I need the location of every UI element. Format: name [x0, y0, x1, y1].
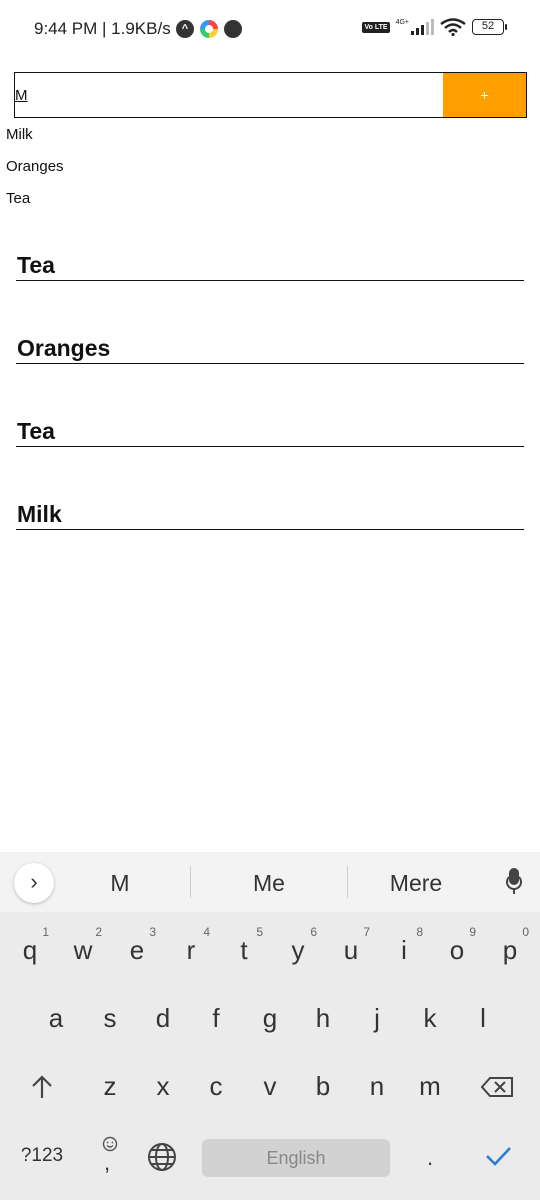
key-label: p [502, 935, 518, 965]
key-h[interactable]: h [312, 1003, 334, 1034]
space-key[interactable]: English [202, 1139, 390, 1177]
key-hint: 5 [256, 925, 263, 939]
key-b[interactable]: b [312, 1071, 334, 1102]
list-item[interactable]: Oranges [16, 335, 524, 418]
list-item-label: Tea [16, 252, 524, 281]
suggestion-divider [190, 866, 191, 898]
list-item[interactable]: Tea [16, 418, 524, 501]
list-item-label: Milk [16, 501, 524, 530]
key-l[interactable]: l [472, 1003, 494, 1034]
key-e[interactable]: e3 [126, 925, 156, 966]
key-hint: 9 [469, 925, 476, 939]
status-indicators: Vo LTE 4G+ 52 [362, 18, 507, 36]
keyboard-suggestion-bar: › M Me Mere [0, 852, 540, 912]
key-label: t [240, 935, 248, 965]
key-m[interactable]: m [414, 1071, 446, 1102]
key-label: u [343, 935, 359, 965]
key-u[interactable]: u7 [340, 925, 370, 966]
suggestion-item[interactable]: Tea [6, 190, 64, 222]
key-hint: 7 [363, 925, 370, 939]
chevron-right-icon[interactable]: › [14, 863, 54, 903]
key-x[interactable]: x [152, 1071, 174, 1102]
key-hint: 8 [416, 925, 423, 939]
key-label: q [22, 935, 38, 965]
color-app-notification-icon [200, 20, 218, 38]
key-j[interactable]: j [366, 1003, 388, 1034]
key-w[interactable]: w2 [72, 925, 102, 966]
key-f[interactable]: f [205, 1003, 227, 1034]
add-button[interactable]: + [443, 73, 526, 117]
key-label: i [401, 935, 407, 965]
list-item-label: Tea [16, 418, 524, 447]
key-label: e [129, 935, 145, 965]
globe-icon[interactable] [147, 1142, 177, 1172]
status-time: 9:44 PM | 1.9KB/s [34, 19, 171, 38]
list-item[interactable]: Tea [16, 252, 524, 335]
key-p[interactable]: p0 [499, 925, 529, 966]
key-q[interactable]: q1 [19, 925, 49, 966]
battery-icon: 52 [472, 19, 507, 35]
key-z[interactable]: z [99, 1071, 121, 1102]
suggestion-divider [347, 866, 348, 898]
symbols-key[interactable]: ?123 [14, 1145, 70, 1167]
keyboard-suggestion[interactable]: M [90, 870, 150, 897]
key-y[interactable]: y6 [287, 925, 318, 966]
dot-notification-icon [224, 20, 242, 38]
wifi-icon [440, 18, 466, 36]
network-type-label: 4G+ [395, 18, 409, 26]
microphone-icon[interactable] [506, 868, 522, 896]
key-s[interactable]: s [99, 1003, 121, 1034]
suggestion-item[interactable]: Milk [6, 126, 64, 158]
signal-icon [411, 19, 434, 35]
key-v[interactable]: v [259, 1071, 281, 1102]
key-label: w [73, 935, 93, 965]
key-hint: 4 [203, 925, 210, 939]
key-hint: 2 [95, 925, 102, 939]
key-label: r [186, 935, 196, 965]
app-notification-icon: ^ [176, 20, 194, 38]
status-bar: 9:44 PM | 1.9KB/s ^ Vo LTE 4G+ 52 [0, 0, 540, 60]
keyboard-suggestion[interactable]: Me [229, 870, 309, 897]
key-hint: 6 [310, 925, 317, 939]
key-o[interactable]: o9 [446, 925, 476, 966]
keyboard-suggestion[interactable]: Mere [376, 870, 456, 897]
key-label: o [449, 935, 465, 965]
key-n[interactable]: n [366, 1071, 388, 1102]
suggestion-item[interactable]: Oranges [6, 158, 64, 190]
list-item-label: Oranges [16, 335, 524, 364]
key-i[interactable]: i8 [393, 925, 423, 966]
item-input[interactable] [15, 73, 443, 117]
backspace-icon[interactable] [480, 1076, 514, 1098]
item-list: Tea Oranges Tea Milk [16, 252, 524, 584]
autocomplete-list: Milk Oranges Tea [6, 126, 64, 222]
soft-keyboard: › M Me Mere q1 w2 e3 r4 t5 y6 u7 i8 o9 p… [0, 852, 540, 1200]
key-c[interactable]: c [205, 1071, 227, 1102]
key-hint: 0 [522, 925, 529, 939]
key-t[interactable]: t5 [233, 925, 263, 966]
checkmark-icon[interactable] [484, 1142, 512, 1170]
key-hint: 1 [42, 925, 49, 939]
key-hint: 3 [149, 925, 156, 939]
list-item[interactable]: Milk [16, 501, 524, 584]
comma-label: , [104, 1150, 111, 1175]
emoji-comma-key[interactable]: , [98, 1136, 122, 1176]
key-g[interactable]: g [259, 1003, 281, 1034]
key-k[interactable]: k [419, 1003, 441, 1034]
volte-icon: Vo LTE [362, 21, 390, 33]
shift-arrow-icon[interactable] [30, 1074, 54, 1100]
key-d[interactable]: d [152, 1003, 174, 1034]
key-r[interactable]: r4 [180, 925, 210, 966]
add-item-form: + [14, 72, 527, 118]
key-label: y [291, 935, 305, 965]
key-a[interactable]: a [45, 1003, 67, 1034]
period-key[interactable]: . [420, 1145, 440, 1171]
